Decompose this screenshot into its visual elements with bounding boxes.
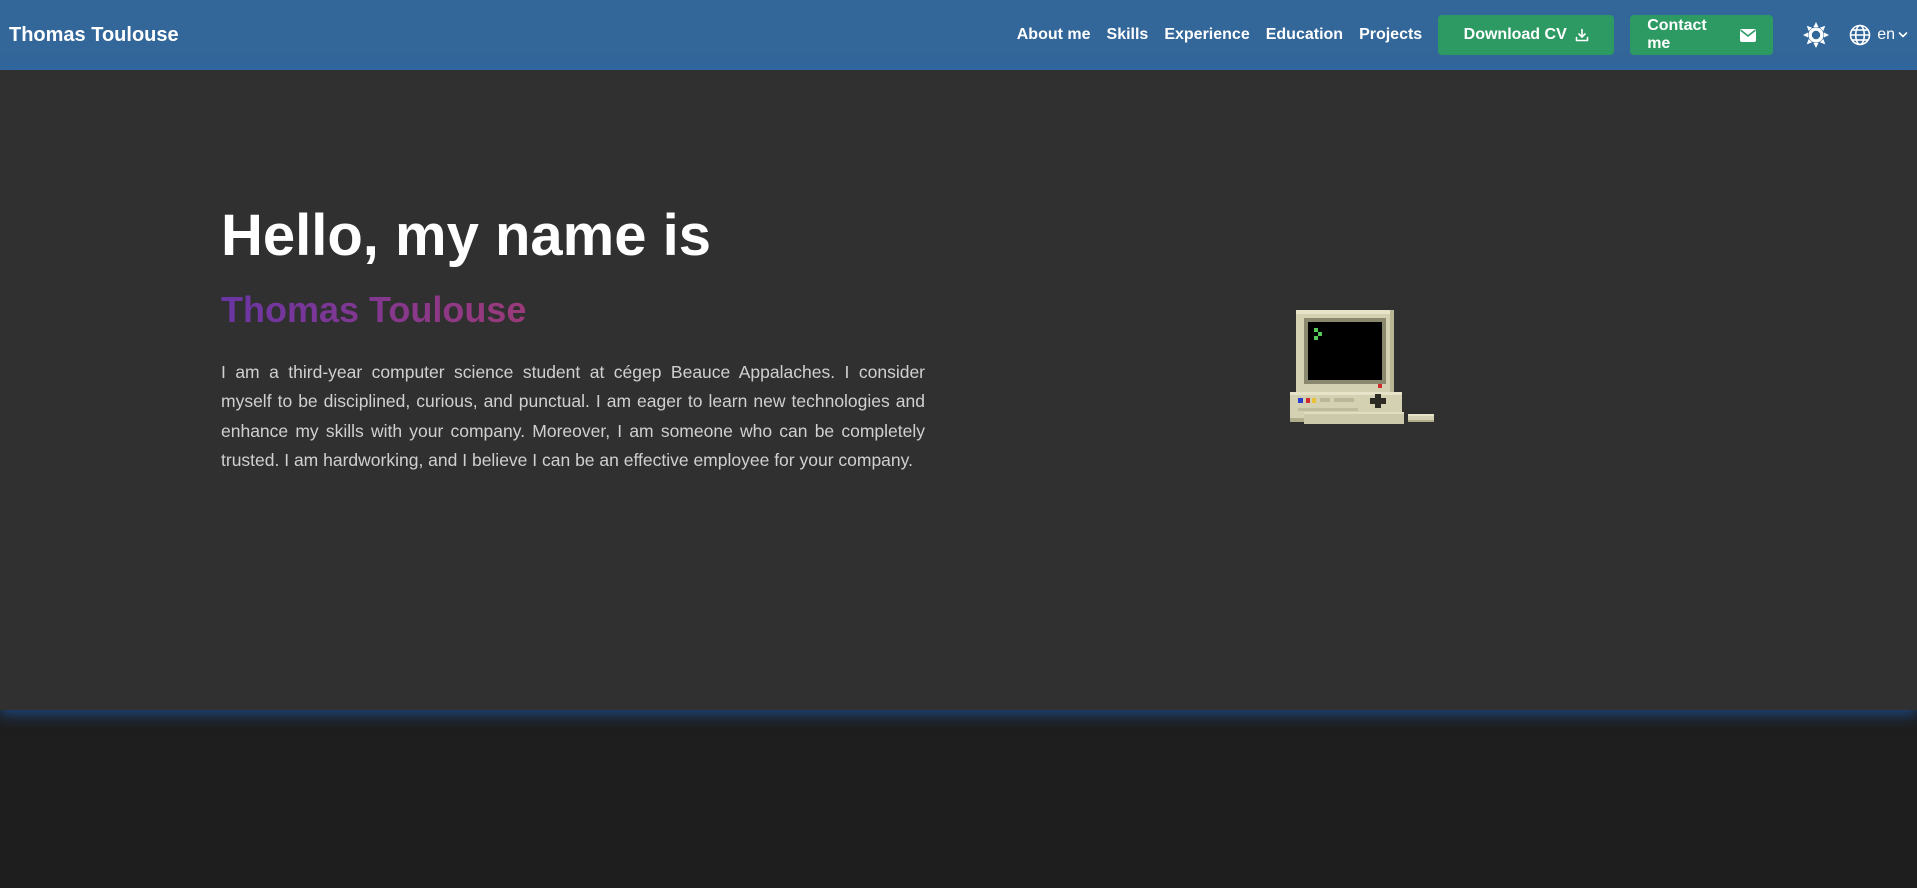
nav-links: About me Skills Experience Education Pro…: [1017, 26, 1438, 44]
hero-description: I am a third-year computer science stude…: [221, 362, 925, 470]
contact-me-button[interactable]: Contact me: [1630, 15, 1774, 55]
language-label: en: [1877, 26, 1895, 43]
nav-link-skills[interactable]: Skills: [1107, 26, 1149, 44]
globe-icon: [1849, 24, 1871, 46]
download-cv-label: Download CV: [1463, 26, 1567, 43]
hero-title: Hello, my name is: [221, 203, 711, 268]
envelope-icon: [1740, 28, 1757, 42]
nav-link-education[interactable]: Education: [1266, 26, 1343, 44]
brand-link[interactable]: Thomas Toulouse: [9, 24, 179, 47]
navbar: Thomas Toulouse About me Skills Experien…: [0, 0, 1917, 70]
download-cv-button[interactable]: Download CV: [1438, 15, 1615, 55]
nav-right: About me Skills Experience Education Pro…: [1017, 0, 1908, 70]
language-dropdown[interactable]: en: [1849, 24, 1908, 46]
hero-section: Hello, my name is Thomas Toulouse I am a…: [0, 70, 1917, 710]
chevron-down-icon: [1898, 31, 1908, 39]
hero-name: Thomas Toulouse: [221, 289, 527, 330]
retro-computer-icon: [1290, 308, 1436, 428]
nav-link-projects[interactable]: Projects: [1359, 26, 1422, 44]
download-icon: [1575, 28, 1589, 42]
contact-me-label: Contact me: [1647, 17, 1707, 52]
nav-link-about-me[interactable]: About me: [1017, 26, 1091, 44]
theme-toggle-button[interactable]: [1803, 22, 1830, 48]
sun-icon: [1803, 22, 1830, 48]
nav-link-experience[interactable]: Experience: [1164, 26, 1249, 44]
